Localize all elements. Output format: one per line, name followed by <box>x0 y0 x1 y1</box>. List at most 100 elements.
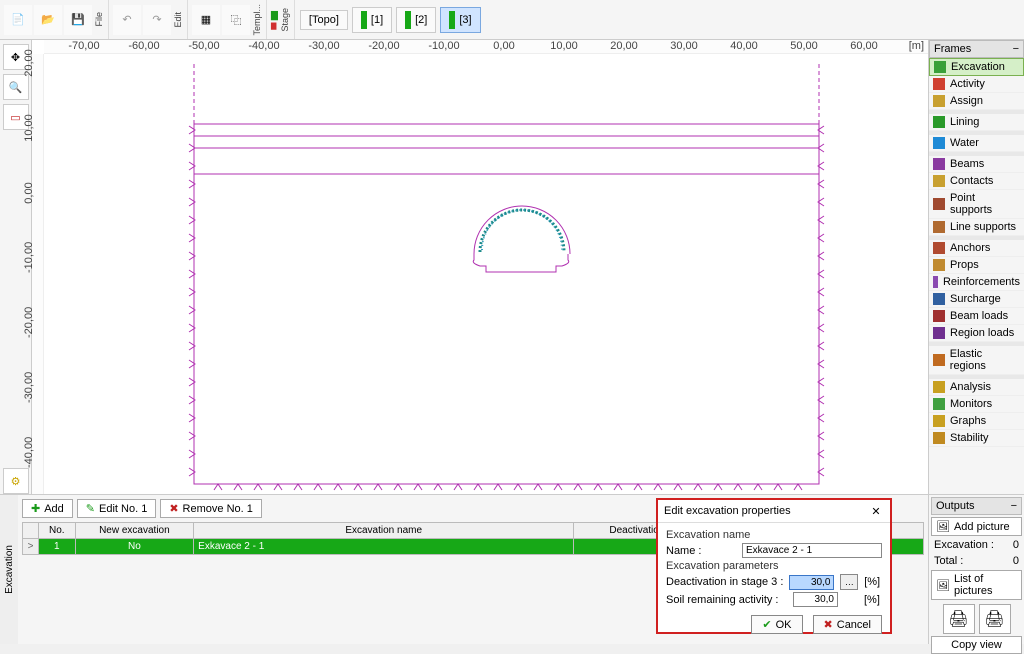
list-pictures-button[interactable]: List of pictures <box>931 570 1022 600</box>
copystage-button[interactable] <box>222 5 250 35</box>
dialog-close-button[interactable]: ✕ <box>868 503 884 519</box>
redo-button[interactable] <box>143 5 171 35</box>
frame-item-assign[interactable]: Assign <box>929 93 1024 110</box>
frame-icon <box>933 221 945 233</box>
copy-icon <box>231 12 242 28</box>
frame-item-anchors[interactable]: Anchors <box>929 240 1024 257</box>
stage-addremove: Stage <box>267 0 295 39</box>
frame-icon <box>933 116 945 128</box>
stage-label: Stage <box>280 6 290 34</box>
printer-icon <box>948 609 968 629</box>
bottom-tab[interactable]: Excavation <box>0 495 18 644</box>
remaining-input[interactable] <box>793 592 838 607</box>
check-icon: ✔ <box>762 618 771 631</box>
edit-button[interactable]: ✎Edit No. 1 <box>77 499 157 518</box>
frame-icon <box>933 137 945 149</box>
frame-label: Analysis <box>950 381 991 393</box>
frame-item-reinforcements[interactable]: Reinforcements <box>929 274 1024 291</box>
section-name: Excavation name <box>666 529 882 541</box>
template-button[interactable] <box>192 5 220 35</box>
frame-icon <box>933 354 945 366</box>
outputs-minimize-icon[interactable]: − <box>1011 500 1017 512</box>
frame-label: Elastic regions <box>950 348 1020 372</box>
frame-item-elastic-regions[interactable]: Elastic regions <box>929 346 1024 375</box>
frame-icon <box>933 276 938 288</box>
stage-2[interactable]: [2] <box>396 7 436 33</box>
deact-unit: [%] <box>864 576 882 588</box>
printer-icon-2 <box>984 609 1004 629</box>
name-input[interactable] <box>742 543 882 558</box>
frame-item-analysis[interactable]: Analysis <box>929 379 1024 396</box>
frame-item-monitors[interactable]: Monitors <box>929 396 1024 413</box>
settings-button[interactable] <box>3 468 29 494</box>
output-excavation-row: Excavation :0 <box>931 538 1022 552</box>
copy-view-button[interactable]: Copy view <box>931 636 1022 654</box>
frame-item-lining[interactable]: Lining <box>929 114 1024 131</box>
outputs-panel: Outputs − Add picture Excavation :0 Tota… <box>928 494 1024 644</box>
frame-icon <box>933 310 945 322</box>
frame-item-point-supports[interactable]: Point supports <box>929 190 1024 219</box>
frame-label: Lining <box>950 116 979 128</box>
frame-item-region-loads[interactable]: Region loads <box>929 325 1024 342</box>
print-button-2[interactable] <box>979 604 1011 634</box>
frame-item-props[interactable]: Props <box>929 257 1024 274</box>
cancel-button[interactable]: ✖Cancel <box>813 615 882 634</box>
deact-label: Deactivation in stage 3 : <box>666 576 783 588</box>
model-svg <box>44 54 928 494</box>
frame-label: Beam loads <box>950 310 1008 322</box>
ok-button[interactable]: ✔OK <box>751 615 802 634</box>
minimize-icon[interactable]: − <box>1013 43 1019 55</box>
templ-label: Templ... <box>252 2 262 38</box>
frame-item-graphs[interactable]: Graphs <box>929 413 1024 430</box>
frame-icon <box>933 198 945 210</box>
tunnel-outline <box>473 206 570 272</box>
frame-item-beams[interactable]: Beams <box>929 156 1024 173</box>
frame-item-water[interactable]: Water <box>929 135 1024 152</box>
frames-panel: Frames − ExcavationActivityAssign Lining W… <box>928 40 1024 494</box>
print-button-1[interactable] <box>943 604 975 634</box>
frame-item-line-supports[interactable]: Line supports <box>929 219 1024 236</box>
frame-label: Beams <box>950 158 984 170</box>
new-button[interactable] <box>4 5 32 35</box>
frame-label: Anchors <box>950 242 990 254</box>
frame-item-excavation[interactable]: Excavation <box>929 58 1024 76</box>
deact-picker-button[interactable]: … <box>840 574 858 590</box>
add-picture-button[interactable]: Add picture <box>931 517 1022 536</box>
frame-icon <box>933 175 945 187</box>
viewport[interactable] <box>44 54 928 494</box>
undo-button[interactable] <box>113 5 141 35</box>
picture-icon <box>936 520 950 533</box>
frame-item-beam-loads[interactable]: Beam loads <box>929 308 1024 325</box>
frame-item-stability[interactable]: Stability <box>929 430 1024 447</box>
ruler-horizontal: -70,00-60,00-50,00-40,00-30,00-20,00-10,… <box>44 40 928 54</box>
frame-icon <box>933 381 945 393</box>
frame-icon <box>933 398 945 410</box>
dialog-title: Edit excavation properties <box>664 505 791 517</box>
frame-item-activity[interactable]: Activity <box>929 76 1024 93</box>
remove-button[interactable]: ✖Remove No. 1 <box>160 499 262 518</box>
add-stage-button[interactable] <box>271 10 278 21</box>
save-button[interactable] <box>64 5 92 35</box>
stage-1[interactable]: [1] <box>352 7 392 33</box>
remove-stage-button[interactable] <box>271 22 278 30</box>
frame-icon <box>934 61 946 73</box>
edit-label: Edit <box>173 10 183 30</box>
open-button[interactable] <box>34 5 62 35</box>
frame-label: Stability <box>950 432 989 444</box>
zoom-icon <box>9 81 23 94</box>
frame-icon <box>933 293 945 305</box>
section-params: Excavation parameters <box>666 560 882 572</box>
frame-item-contacts[interactable]: Contacts <box>929 173 1024 190</box>
file-label: File <box>94 10 104 29</box>
stage-topo[interactable]: [Topo] <box>300 10 348 30</box>
edit-group: Edit <box>109 0 188 39</box>
cross-icon: ✖ <box>824 618 833 631</box>
frames-title: Frames <box>934 43 971 55</box>
frame-item-surcharge[interactable]: Surcharge <box>929 291 1024 308</box>
outputs-title-bar: Outputs − <box>931 497 1022 515</box>
ruler-vertical: 20,0010,000,00-10,00-20,00-30,00-40,00 <box>32 54 44 494</box>
stage-3[interactable]: [3] <box>440 7 480 33</box>
list-icon <box>936 579 950 592</box>
deactivation-input[interactable] <box>789 575 834 590</box>
add-button[interactable]: ✚Add <box>22 499 73 518</box>
